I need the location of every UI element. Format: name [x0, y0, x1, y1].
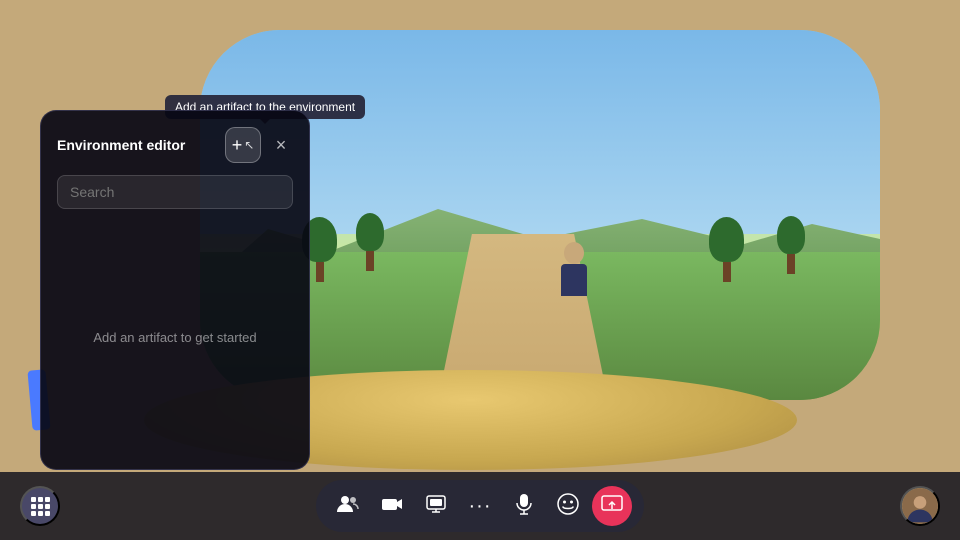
- tree-trunk: [787, 254, 795, 274]
- toolbar-center: ···: [316, 480, 644, 532]
- panel-empty-state: Add an artifact to get started: [57, 221, 293, 453]
- people-icon: [337, 495, 359, 518]
- scene-avatar: [561, 242, 587, 296]
- present-button[interactable]: [416, 486, 456, 526]
- close-panel-button[interactable]: ×: [269, 133, 293, 157]
- panel-title: Environment editor: [57, 137, 185, 153]
- vr-tree: [356, 213, 384, 271]
- avatar-icon: [902, 486, 938, 526]
- add-artifact-button[interactable]: + ↖: [225, 127, 261, 163]
- emoji-button[interactable]: [548, 486, 588, 526]
- tree-trunk: [316, 262, 324, 282]
- vr-tree: [709, 217, 744, 282]
- camera-button[interactable]: [372, 486, 412, 526]
- toolbar-left: [20, 486, 60, 526]
- present-icon: [426, 495, 446, 518]
- avatar-button[interactable]: [900, 486, 940, 526]
- plus-icon: + ↖: [232, 136, 255, 154]
- panel-header: Environment editor + ↖ ×: [57, 127, 293, 163]
- share-screen-button[interactable]: [592, 486, 632, 526]
- emoji-icon: [557, 493, 579, 520]
- more-button[interactable]: ···: [460, 486, 500, 526]
- tree-trunk: [723, 262, 731, 282]
- grid-menu-button[interactable]: [20, 486, 60, 526]
- tree-top: [709, 217, 744, 262]
- avatar-body: [561, 264, 587, 296]
- vr-tree: [777, 216, 805, 274]
- tree-trunk: [366, 251, 374, 271]
- empty-message: Add an artifact to get started: [93, 330, 256, 345]
- search-input[interactable]: [57, 175, 293, 209]
- mic-button[interactable]: [504, 486, 544, 526]
- tree-top: [777, 216, 805, 254]
- avatar-head: [564, 242, 584, 264]
- people-button[interactable]: [328, 486, 368, 526]
- tree-top: [356, 213, 384, 251]
- grid-icon: [31, 497, 50, 516]
- more-icon: ···: [469, 496, 492, 516]
- camera-icon: [381, 495, 403, 518]
- toolbar-right: [900, 486, 940, 526]
- mic-icon: [516, 493, 532, 520]
- environment-editor-panel: Environment editor + ↖ × Add an artifact…: [40, 110, 310, 470]
- share-icon: [601, 495, 623, 518]
- panel-actions: + ↖ ×: [225, 127, 293, 163]
- toolbar: ···: [0, 472, 960, 540]
